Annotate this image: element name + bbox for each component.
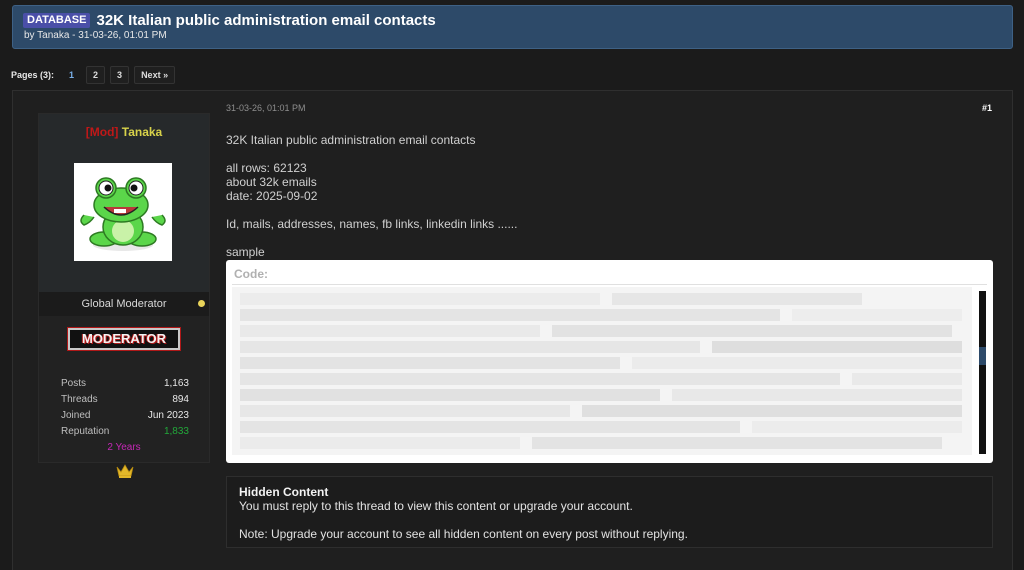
stat-row-joined: Joined Jun 2023 — [61, 410, 189, 426]
post-number[interactable]: #1 — [982, 103, 992, 113]
mod-tag: [Mod] — [85, 125, 119, 139]
code-block: Code: — [226, 260, 993, 463]
post-spacer — [226, 147, 517, 161]
page-link-1[interactable]: 1 — [62, 66, 81, 84]
stat-value[interactable]: 1,163 — [164, 378, 189, 394]
post-line: 32K Italian public administration email … — [226, 133, 476, 147]
post-line: date: 2025-09-02 — [226, 189, 318, 203]
member-years: 2 Years — [107, 442, 141, 453]
post-line: all rows: 62123 — [226, 161, 307, 175]
author-profile: [Mod] Tanaka Global Moderator MODERATOR … — [38, 113, 210, 478]
code-label: Code: — [234, 267, 268, 281]
frog-avatar[interactable] — [74, 163, 172, 261]
rank-badge: MODERATOR — [67, 327, 181, 351]
crown-icon — [116, 464, 134, 478]
author-stats: Posts 1,163 Threads 894 Joined Jun 2023 … — [61, 378, 189, 442]
stat-label: Threads — [61, 394, 98, 405]
post-date: 31-03-26, 01:01 PM — [226, 103, 306, 113]
stat-value: Jun 2023 — [147, 410, 189, 421]
hidden-content-message: You must reply to this thread to view th… — [239, 499, 633, 513]
stat-label: Joined — [61, 410, 91, 421]
post-spacer — [226, 231, 517, 245]
stat-label: Posts — [61, 378, 87, 389]
author-username[interactable]: [Mod] Tanaka — [39, 125, 209, 139]
prefix-badge[interactable]: DATABASE — [23, 13, 91, 28]
post-spacer — [226, 203, 517, 217]
pages-label: Pages (3): — [11, 70, 55, 80]
hidden-content-note: Note: Upgrade your account to see all hi… — [239, 527, 688, 541]
author-role-bar: Global Moderator — [39, 292, 209, 316]
stat-value[interactable]: 894 — [172, 394, 189, 410]
stat-row-threads: Threads 894 — [61, 394, 189, 410]
stat-label: Reputation — [61, 426, 110, 437]
author-role: Global Moderator — [81, 298, 167, 310]
code-content-blurred[interactable] — [232, 287, 972, 455]
online-dot-icon — [198, 300, 205, 307]
thread-byline: by Tanaka - 31-03-26, 01:01 PM — [24, 30, 167, 41]
post-line: about 32k emails — [226, 175, 317, 189]
thread-title: 32K Italian public administration email … — [96, 12, 436, 29]
page-link-2[interactable]: 2 — [86, 66, 106, 84]
hidden-spacer — [239, 513, 980, 527]
blurred-code-image — [232, 287, 972, 455]
code-scrollbar[interactable] — [979, 291, 986, 454]
post-line: Id, mails, addresses, names, fb links, l… — [226, 217, 518, 231]
profile-header: [Mod] Tanaka — [39, 114, 209, 292]
hidden-content-title: Hidden Content — [239, 485, 329, 499]
post-line: sample — [226, 245, 265, 259]
code-scroll-thumb[interactable] — [979, 347, 986, 365]
code-divider — [232, 284, 987, 285]
post: [Mod] Tanaka Global Moderator MODERATOR … — [12, 90, 1013, 570]
frog-icon — [80, 177, 166, 251]
next-page-link[interactable]: Next » — [134, 66, 176, 84]
stat-row-reputation: Reputation 1,833 — [61, 426, 189, 442]
page-link-3[interactable]: 3 — [110, 66, 130, 84]
hidden-content-box: Hidden Content You must reply to this th… — [226, 476, 993, 548]
thread-header: DATABASE 32K Italian public administrati… — [12, 5, 1013, 49]
thread-title-row: DATABASE 32K Italian public administrati… — [23, 12, 1002, 29]
author-name[interactable]: Tanaka — [122, 125, 162, 139]
reputation-value[interactable]: 1,833 — [164, 426, 189, 442]
stat-row-posts: Posts 1,163 — [61, 378, 189, 394]
pagination: Pages (3): 1 2 3 Next » — [11, 66, 176, 84]
post-body: 32K Italian public administration email … — [226, 133, 517, 259]
